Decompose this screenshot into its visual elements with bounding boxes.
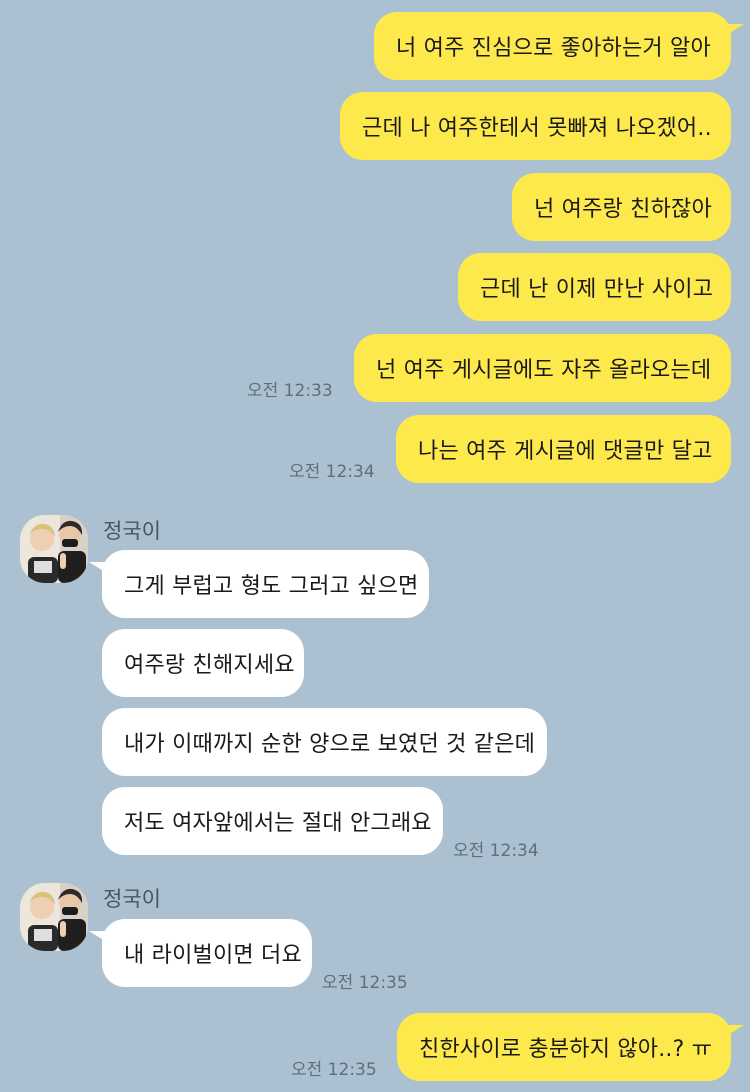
- sender-name: 정국이: [103, 519, 161, 543]
- bubble-tail: [728, 24, 744, 34]
- message-bubble-incoming[interactable]: 그게 부럽고 형도 그러고 싶으면: [102, 550, 429, 618]
- message-timestamp: 오전 12:34: [289, 462, 375, 482]
- profile-photo-icon: [20, 883, 88, 951]
- message-bubble-incoming[interactable]: 저도 여자앞에서는 절대 안그래요: [102, 787, 443, 855]
- message-bubble-outgoing[interactable]: 근데 나 여주한테서 못빠져 나오겠어..: [340, 92, 731, 160]
- message-timestamp: 오전 12:35: [322, 973, 408, 993]
- message-bubble-outgoing[interactable]: 너 여주 진심으로 좋아하는거 알아: [374, 12, 731, 80]
- message-bubble-incoming[interactable]: 여주랑 친해지세요: [102, 629, 304, 697]
- message-text: 근데 난 이제 만난 사이고: [480, 277, 714, 302]
- message-text: 친한사이로 충분하지 않아..? ㅠ: [419, 1037, 713, 1062]
- message-text: 내 라이벌이면 더요: [124, 943, 302, 968]
- message-timestamp: 오전 12:35: [291, 1060, 377, 1080]
- message-text: 너 여주 진심으로 좋아하는거 알아: [396, 36, 711, 61]
- avatar[interactable]: [20, 515, 88, 583]
- message-text: 저도 여자앞에서는 절대 안그래요: [124, 811, 432, 836]
- sender-name: 정국이: [103, 887, 161, 911]
- message-timestamp: 오전 12:33: [247, 381, 333, 401]
- profile-photo-icon: [20, 515, 88, 583]
- message-bubble-outgoing[interactable]: 친한사이로 충분하지 않아..? ㅠ: [397, 1013, 731, 1081]
- bubble-tail: [89, 562, 105, 572]
- bubble-tail: [728, 1025, 744, 1035]
- message-bubble-incoming[interactable]: 내가 이때까지 순한 양으로 보였던 것 같은데: [102, 708, 547, 776]
- message-text: 그게 부럽고 형도 그러고 싶으면: [124, 574, 419, 599]
- message-text: 근데 나 여주한테서 못빠져 나오겠어..: [362, 116, 712, 141]
- message-text: 여주랑 친해지세요: [124, 653, 295, 678]
- message-bubble-incoming[interactable]: 내 라이벌이면 더요: [102, 919, 312, 987]
- avatar[interactable]: [20, 883, 88, 951]
- message-text: 넌 여주 게시글에도 자주 올라오는데: [376, 358, 712, 383]
- message-text: 나는 여주 게시글에 댓글만 달고: [418, 439, 713, 464]
- message-timestamp: 오전 12:34: [453, 841, 539, 861]
- bubble-tail: [89, 931, 105, 941]
- chat-area[interactable]: 너 여주 진심으로 좋아하는거 알아 근데 나 여주한테서 못빠져 나오겠어..…: [0, 0, 750, 1092]
- message-text: 넌 여주랑 친하잖아: [534, 197, 712, 222]
- message-bubble-outgoing[interactable]: 넌 여주랑 친하잖아: [512, 173, 731, 241]
- message-bubble-outgoing[interactable]: 나는 여주 게시글에 댓글만 달고: [396, 415, 731, 483]
- message-text: 내가 이때까지 순한 양으로 보였던 것 같은데: [124, 732, 536, 757]
- message-bubble-outgoing[interactable]: 넌 여주 게시글에도 자주 올라오는데: [354, 334, 731, 402]
- message-bubble-outgoing[interactable]: 근데 난 이제 만난 사이고: [458, 253, 731, 321]
